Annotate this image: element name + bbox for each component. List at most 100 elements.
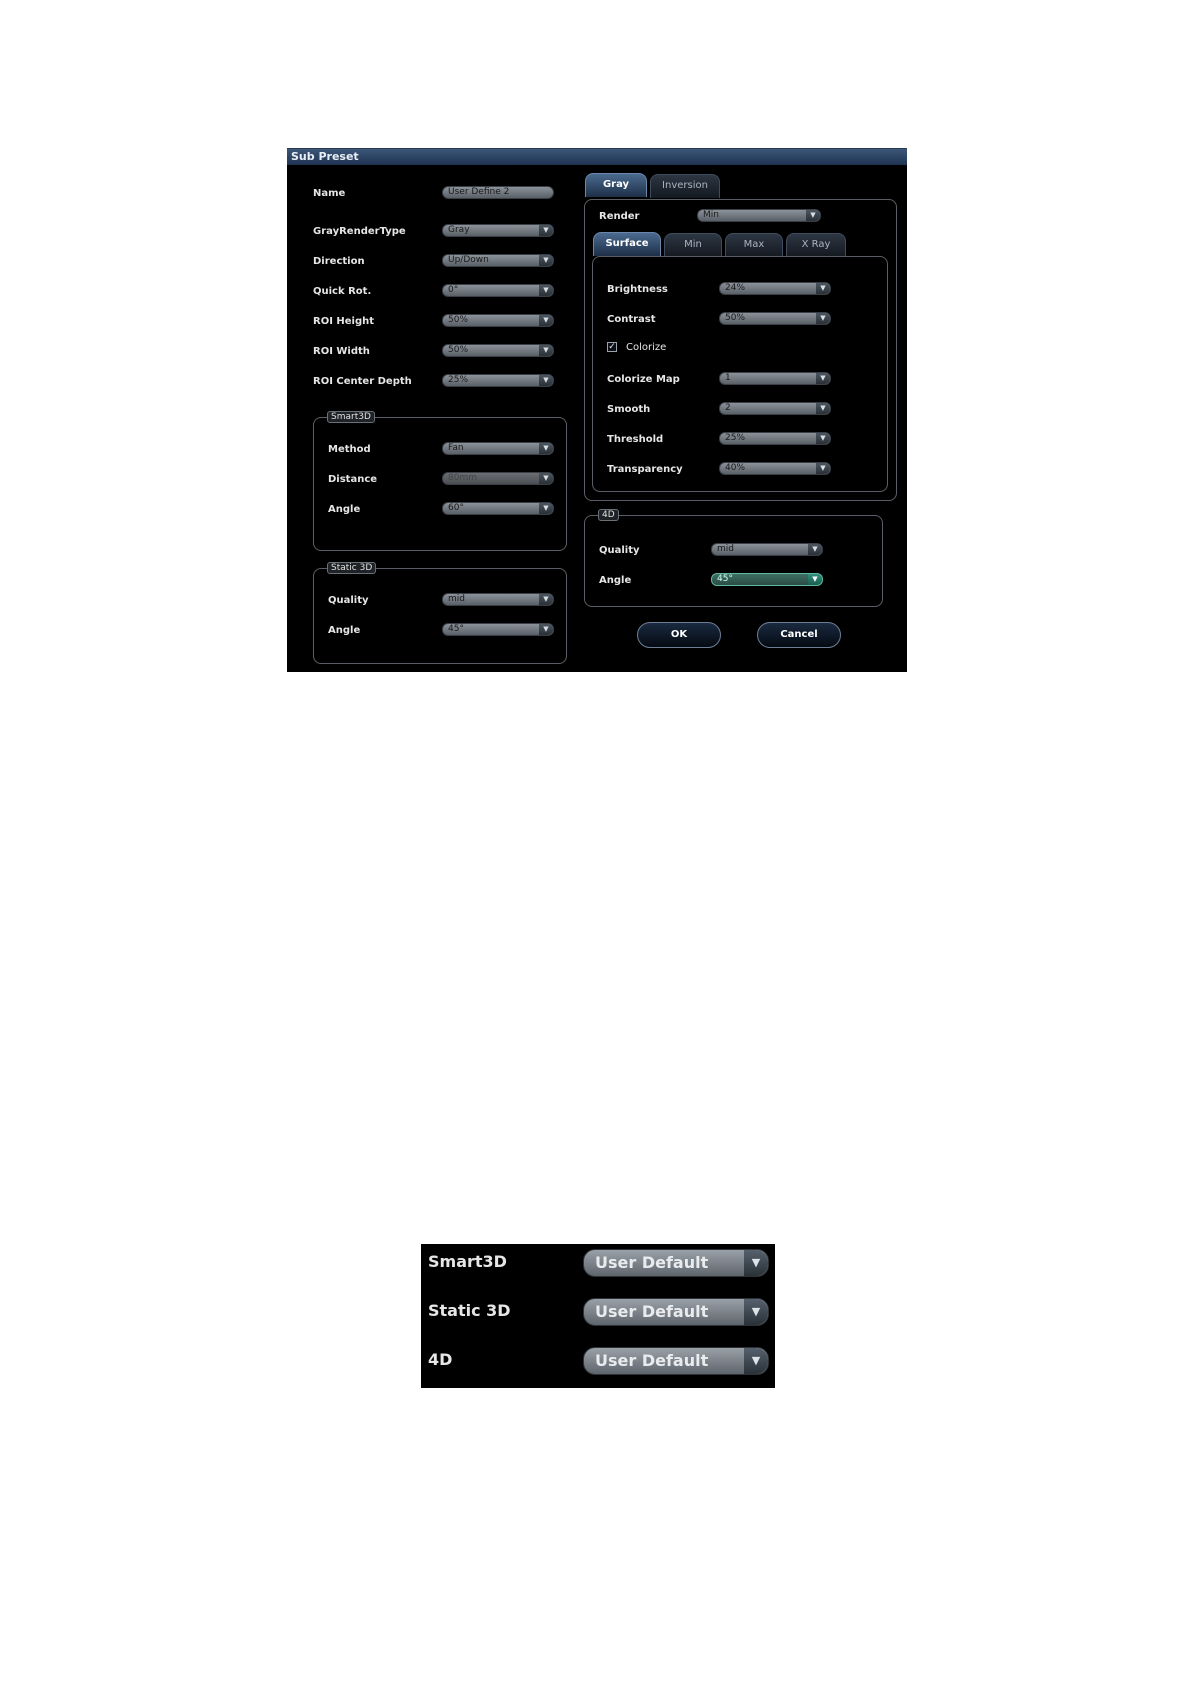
- chevron-down-icon: ▼: [816, 433, 830, 444]
- smart3d-distance-select[interactable]: 80mm ▼: [442, 472, 554, 485]
- brightness-select[interactable]: 24% ▼: [719, 282, 831, 295]
- sub-preset-dialog: Sub Preset Name User Define 2 GrayRender…: [287, 148, 907, 672]
- smart3d-preset-select[interactable]: User Default ▼: [583, 1249, 769, 1277]
- smart3d-angle-label: Angle: [328, 504, 361, 515]
- fourd-row-label: 4D: [428, 1350, 453, 1369]
- name-input[interactable]: User Define 2: [442, 186, 554, 199]
- threshold-label: Threshold: [607, 434, 664, 445]
- tab-inversion[interactable]: Inversion: [650, 174, 720, 198]
- colorize-map-value: 1: [725, 373, 731, 383]
- chevron-down-icon: ▼: [539, 225, 553, 236]
- chevron-down-icon: ▼: [808, 544, 822, 555]
- chevron-down-icon: ▼: [539, 255, 553, 266]
- tab-gray[interactable]: Gray: [585, 173, 647, 197]
- chevron-down-icon: ▼: [539, 443, 553, 454]
- chevron-down-icon: ▼: [808, 574, 822, 585]
- smart3d-method-value: Fan: [448, 443, 464, 453]
- chevron-down-icon: ▼: [539, 624, 553, 635]
- transparency-select[interactable]: 40% ▼: [719, 462, 831, 475]
- brightness-value: 24%: [725, 283, 746, 293]
- gray-render-type-value: Gray: [448, 225, 470, 235]
- subtab-max[interactable]: Max: [725, 233, 783, 257]
- gray-render-type-label: GrayRenderType: [313, 226, 406, 237]
- contrast-value: 50%: [725, 313, 746, 323]
- roi-height-label: ROI Height: [313, 316, 375, 327]
- smart3d-row-label: Smart3D: [428, 1252, 507, 1271]
- contrast-select[interactable]: 50% ▼: [719, 312, 831, 325]
- static3d-quality-select[interactable]: mid ▼: [442, 593, 554, 606]
- ok-button[interactable]: OK: [637, 622, 721, 648]
- subtab-min[interactable]: Min: [664, 233, 722, 257]
- fourd-legend: 4D: [598, 509, 619, 521]
- fourd-quality-label: Quality: [599, 545, 640, 556]
- smooth-label: Smooth: [607, 404, 651, 415]
- quick-rot-select[interactable]: 0° ▼: [442, 284, 554, 297]
- render-label: Render: [599, 211, 640, 222]
- roi-center-depth-select[interactable]: 25% ▼: [442, 374, 554, 387]
- brightness-label: Brightness: [607, 284, 668, 295]
- fourd-quality-select[interactable]: mid ▼: [711, 543, 823, 556]
- roi-center-depth-value: 25%: [448, 375, 469, 385]
- static3d-angle-label: Angle: [328, 625, 361, 636]
- roi-width-select[interactable]: 50% ▼: [442, 344, 554, 357]
- fourd-preset-value: User Default: [595, 1351, 709, 1370]
- gray-render-type-select[interactable]: Gray ▼: [442, 224, 554, 237]
- static3d-row-label: Static 3D: [428, 1301, 511, 1320]
- subtab-surface[interactable]: Surface: [593, 232, 661, 256]
- render-select[interactable]: Min ▼: [697, 209, 821, 222]
- smooth-select[interactable]: 2 ▼: [719, 402, 831, 415]
- roi-height-select[interactable]: 50% ▼: [442, 314, 554, 327]
- chevron-down-icon: ▼: [539, 285, 553, 296]
- chevron-down-icon: ▼: [744, 1250, 768, 1276]
- chevron-down-icon: ▼: [816, 463, 830, 474]
- name-input-value: User Define 2: [448, 187, 510, 197]
- colorize-label: Colorize: [626, 342, 667, 353]
- quick-rot-value: 0°: [448, 285, 459, 295]
- smart3d-method-label: Method: [328, 444, 371, 455]
- direction-label: Direction: [313, 256, 365, 267]
- static3d-angle-value: 45°: [448, 624, 464, 634]
- chevron-down-icon: ▼: [806, 210, 820, 221]
- smart3d-angle-select[interactable]: 60° ▼: [442, 502, 554, 515]
- smooth-value: 2: [725, 403, 731, 413]
- static3d-group: [313, 568, 567, 664]
- chevron-down-icon: ▼: [539, 594, 553, 605]
- direction-value: Up/Down: [448, 255, 489, 265]
- chevron-down-icon: ▼: [539, 473, 553, 484]
- preset-defaults-panel: Smart3D User Default ▼ Static 3D User Def…: [421, 1244, 775, 1388]
- colorize-checkbox[interactable]: ✓: [607, 342, 617, 352]
- chevron-down-icon: ▼: [539, 315, 553, 326]
- smart3d-angle-value: 60°: [448, 503, 464, 513]
- roi-width-value: 50%: [448, 345, 469, 355]
- chevron-down-icon: ▼: [816, 403, 830, 414]
- fourd-preset-select[interactable]: User Default ▼: [583, 1347, 769, 1375]
- colorize-map-label: Colorize Map: [607, 374, 680, 385]
- chevron-down-icon: ▼: [539, 375, 553, 386]
- static3d-preset-select[interactable]: User Default ▼: [583, 1298, 769, 1326]
- transparency-value: 40%: [725, 463, 746, 473]
- render-value: Min: [703, 210, 719, 220]
- fourd-angle-select[interactable]: 45° ▼: [711, 573, 823, 586]
- fourd-angle-value: 45°: [717, 574, 733, 584]
- smart3d-method-select[interactable]: Fan ▼: [442, 442, 554, 455]
- colorize-map-select[interactable]: 1 ▼: [719, 372, 831, 385]
- chevron-down-icon: ▼: [539, 345, 553, 356]
- static3d-preset-value: User Default: [595, 1302, 709, 1321]
- static3d-angle-select[interactable]: 45° ▼: [442, 623, 554, 636]
- cancel-button[interactable]: Cancel: [757, 622, 841, 648]
- smart3d-distance-label: Distance: [328, 474, 378, 485]
- threshold-value: 25%: [725, 433, 746, 443]
- subtab-xray[interactable]: X Ray: [786, 233, 846, 257]
- dialog-title: Sub Preset: [287, 149, 907, 165]
- threshold-select[interactable]: 25% ▼: [719, 432, 831, 445]
- chevron-down-icon: ▼: [539, 503, 553, 514]
- chevron-down-icon: ▼: [744, 1299, 768, 1325]
- roi-center-depth-label: ROI Center Depth: [313, 376, 412, 387]
- direction-select[interactable]: Up/Down ▼: [442, 254, 554, 267]
- fourd-group: [584, 515, 883, 607]
- name-label: Name: [313, 188, 346, 199]
- roi-height-value: 50%: [448, 315, 469, 325]
- chevron-down-icon: ▼: [816, 373, 830, 384]
- static3d-legend: Static 3D: [327, 562, 377, 574]
- smart3d-preset-value: User Default: [595, 1253, 709, 1272]
